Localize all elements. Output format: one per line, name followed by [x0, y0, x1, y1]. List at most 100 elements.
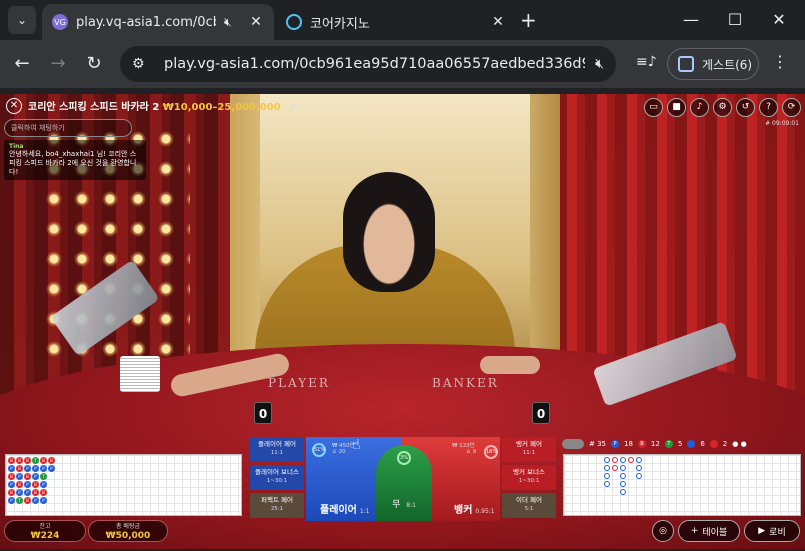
- game-video-area: PLAYER BANKER 0 0 ✕ 코리안 스피킹 스피드 바카라 2 ₩1…: [0, 94, 805, 549]
- big-road-mark: [620, 465, 626, 471]
- bead: B: [40, 457, 47, 464]
- tab-close-icon[interactable]: ✕: [248, 14, 264, 30]
- bet-odds: 11:1: [270, 450, 284, 456]
- bead: P: [16, 489, 23, 496]
- guest-label: 게스트(6): [702, 57, 753, 72]
- big-road[interactable]: [563, 454, 801, 516]
- stat-bp: 2: [722, 440, 728, 448]
- chip-stack-icon: ◎: [659, 526, 667, 536]
- tab-search-button[interactable]: ⌄: [8, 6, 36, 34]
- balance-label: 잔고: [39, 523, 51, 530]
- tab-inactive[interactable]: 코어카지노 ✕: [276, 4, 516, 40]
- bet-label: 뱅커 보너스: [513, 468, 545, 476]
- bet-odds: 25:1: [270, 506, 284, 512]
- guest-profile-button[interactable]: 게스트(6): [667, 48, 759, 80]
- chat-username: Tina: [9, 143, 24, 150]
- game-round-id: # 09:09:01: [765, 120, 799, 127]
- bead-road[interactable]: BPBPBPBBPBPTBPBPPBTPPBBPBPTPBPBP: [5, 454, 242, 516]
- banker-bet-total: ₩ 133만: [452, 443, 475, 449]
- road-grid: [564, 455, 800, 515]
- chat-message: Tina 안녕하세요, bo4_xhaxhai1 님! 코리안 스피킹 스피드 …: [4, 140, 146, 180]
- tab-active[interactable]: VG play.vq-asia1.com/0cb961e 🔇︎ ✕: [42, 4, 274, 40]
- banker-label-text: 뱅커: [454, 505, 473, 516]
- reload-icon[interactable]: ↻: [80, 50, 108, 78]
- bet-limits: ₩10,000–25,000,000: [162, 102, 281, 113]
- perfect-pair-bet[interactable]: 퍼펙트 페어 25:1: [250, 493, 304, 518]
- big-road-mark: [620, 489, 626, 495]
- minimize-icon[interactable]: —: [676, 6, 706, 34]
- tie-percent-ring: 3%: [397, 451, 411, 465]
- video-icon[interactable]: ■: [667, 98, 686, 117]
- new-tab-icon[interactable]: +: [520, 8, 537, 32]
- chip-stack-button[interactable]: ◎: [652, 520, 674, 542]
- road-toggle[interactable]: [562, 439, 584, 449]
- sound-icon[interactable]: ♪: [690, 98, 709, 117]
- bead: P: [40, 497, 47, 504]
- lobby-label: 로비: [769, 527, 786, 538]
- maximize-icon[interactable]: ☐: [720, 6, 750, 34]
- bet-label: 퍼펙트 페어: [261, 496, 293, 504]
- dealer-arm: [480, 356, 540, 374]
- either-pair-bet[interactable]: 이더 페어 5:1: [502, 493, 556, 518]
- chat-input[interactable]: 클릭하여 채팅하기: [4, 119, 132, 137]
- banker-bonus-bet[interactable]: 뱅커 보너스 1~30:1: [502, 465, 556, 490]
- game-title: 코리안 스피킹 스피드 바카라 2 ₩10,000–25,000,000 ★: [28, 98, 297, 113]
- stat-tie: 5: [677, 440, 683, 448]
- plus-icon: +: [690, 526, 699, 536]
- bead: P: [8, 497, 15, 504]
- bead: B: [8, 489, 15, 496]
- chat-icon[interactable]: ▭: [644, 98, 663, 117]
- banker-pair-bet[interactable]: 뱅커 페어 11:1: [502, 437, 556, 462]
- bead: B: [8, 457, 15, 464]
- stat-pp: 6: [700, 440, 705, 448]
- bet-odds: 11:1: [522, 450, 536, 456]
- big-road-mark: [620, 481, 626, 487]
- player-pair-bet[interactable]: 플레이어 페어 11:1: [250, 437, 304, 462]
- chat-text: 안녕하세요, bo4_xhaxhai1 님! 코리안 스피킹 스피드 바카라 2…: [9, 150, 137, 176]
- bet-label: 뱅커 페어: [516, 440, 542, 448]
- bet-label: 이더 페어: [516, 496, 542, 504]
- bead: T: [32, 457, 39, 464]
- site-muted-icon[interactable]: 🔇︎: [595, 56, 604, 72]
- predict-icons[interactable]: ● ●: [732, 440, 746, 448]
- player-bonus-bet[interactable]: 플레이어 보너스 1~30:1: [250, 465, 304, 490]
- help-icon[interactable]: ?: [759, 98, 778, 117]
- close-window-icon[interactable]: ✕: [764, 6, 794, 34]
- bead: B: [16, 481, 23, 488]
- total-bet-label: 총 배팅금: [116, 523, 140, 530]
- close-game-icon[interactable]: ✕: [6, 98, 22, 114]
- browser-menu-icon[interactable]: ⋮: [772, 52, 788, 71]
- tie-bet[interactable]: 3% 무 8:1: [376, 445, 432, 521]
- site-settings-icon[interactable]: ⚙: [132, 56, 154, 72]
- bead: P: [40, 481, 47, 488]
- lobby-button[interactable]: ▶ 로비: [744, 520, 800, 542]
- tab-title: play.vq-asia1.com/0cb961e: [76, 14, 216, 30]
- url-text: play.vg-asia1.com/0cb961ea95d710aa06557a…: [164, 56, 585, 72]
- refresh-icon[interactable]: ⟳: [782, 98, 801, 117]
- player-score: 0: [254, 402, 272, 424]
- bead: P: [8, 481, 15, 488]
- address-bar[interactable]: ⚙ play.vg-asia1.com/0cb961ea95d710aa0655…: [120, 46, 616, 82]
- tab-title: 코어카지노: [310, 16, 370, 32]
- chevron-down-icon: ⌄: [16, 13, 28, 27]
- back-icon[interactable]: ←: [8, 50, 36, 78]
- big-road-mark: [612, 457, 618, 463]
- big-road-mark: [612, 465, 618, 471]
- history-icon[interactable]: ↺: [736, 98, 755, 117]
- settings-icon[interactable]: ⚙: [713, 98, 732, 117]
- favorite-star-icon[interactable]: ★: [288, 102, 297, 113]
- bead: P: [24, 465, 31, 472]
- bead: T: [16, 497, 23, 504]
- forward-icon[interactable]: →: [44, 50, 72, 78]
- tab-muted-icon[interactable]: 🔇︎: [224, 15, 240, 30]
- player-pair-dot-icon: [687, 440, 696, 448]
- balance-display: 잔고 ₩224: [4, 520, 86, 542]
- bead: B: [24, 457, 31, 464]
- tab-close-icon[interactable]: ✕: [490, 14, 506, 30]
- stat-total: # 35: [589, 440, 606, 448]
- total-bet-display: 총 배팅금 ₩50,000: [88, 520, 168, 542]
- tables-button[interactable]: + 테이블: [678, 520, 740, 542]
- media-controls-icon[interactable]: ≡♪: [636, 54, 657, 70]
- tables-label: 테이블: [702, 527, 728, 538]
- dealer-head: [343, 172, 435, 292]
